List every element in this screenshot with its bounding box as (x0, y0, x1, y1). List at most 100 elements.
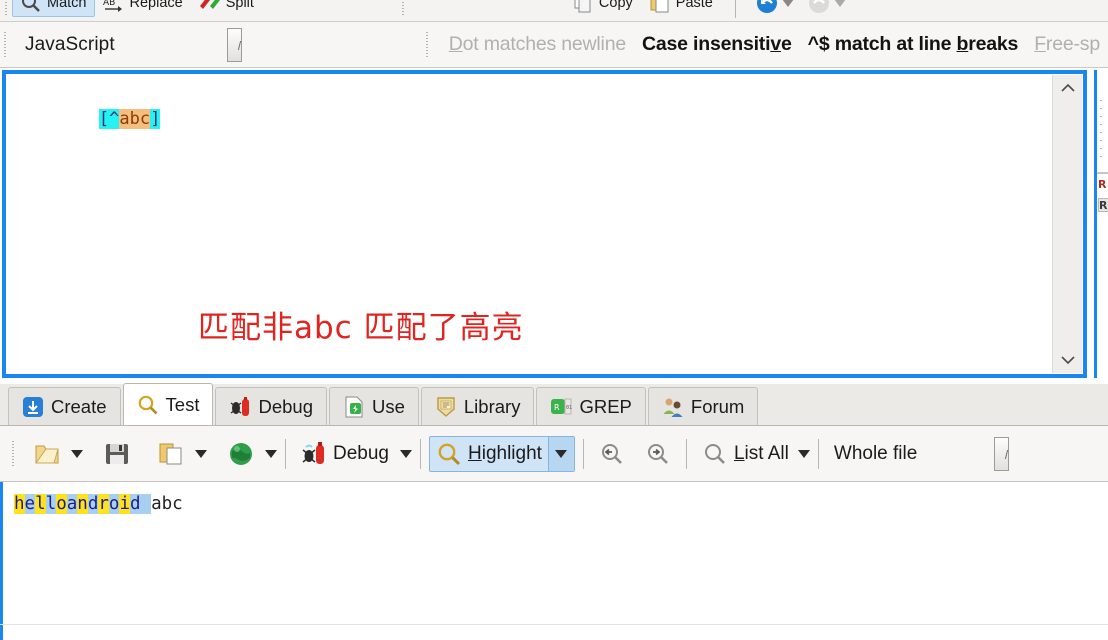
svg-text:01: 01 (566, 405, 572, 411)
regex-editor-scrollbar[interactable] (1052, 75, 1082, 373)
tab-forum[interactable]: Forum (647, 387, 759, 425)
regex-editor-pane[interactable]: [^abc] 匹配非abc 匹配了高亮 (2, 70, 1087, 378)
tab-grep-label: GREP (579, 395, 632, 417)
library-icon (437, 396, 455, 417)
split-button[interactable]: Split (191, 0, 262, 17)
tab-test-label: Test (165, 393, 200, 415)
highlight-caret[interactable] (547, 436, 574, 471)
load-url-button[interactable] (221, 436, 261, 472)
find-prev-icon (601, 443, 622, 464)
tab-grep[interactable]: R 01 GREP (536, 387, 646, 425)
match-label: Match (47, 0, 87, 11)
open-folder-icon (35, 445, 59, 463)
save-disk-icon (106, 443, 128, 464)
copy-label: Copy (598, 0, 633, 11)
tab-debug-label: Debug (258, 395, 313, 417)
match-char: h (14, 494, 25, 514)
match-char: o (108, 494, 120, 514)
list-all-caret[interactable] (797, 449, 810, 458)
regex-text[interactable]: [^abc] (17, 86, 161, 152)
test-toolbar-grip (12, 440, 14, 467)
toolbar-divider-3 (582, 438, 584, 469)
split-arrows-icon (199, 0, 220, 9)
list-all-label: List All (733, 442, 789, 464)
tab-forum-label: Forum (690, 395, 745, 417)
paste-icon (650, 0, 669, 13)
paste-icon (159, 443, 182, 464)
match-char: r (98, 494, 109, 514)
tab-use[interactable]: Use (328, 387, 419, 425)
paste-test-caret[interactable] (195, 449, 207, 458)
toolbar-divider-5 (817, 438, 819, 469)
language-label: JavaScript (25, 33, 115, 55)
magnifier-icon (138, 395, 157, 414)
regex-editor-surface[interactable]: [^abc] 匹配非abc 匹配了高亮 (6, 74, 1083, 374)
tab-library[interactable]: Library (420, 387, 535, 425)
paste-button[interactable]: Paste (641, 0, 721, 17)
open-file-caret[interactable] (71, 449, 83, 458)
side-panel-grip (1100, 100, 1102, 164)
svg-text:AB: AB (103, 0, 115, 8)
toolbar-divider-1 (285, 438, 286, 469)
option-dot-matches-newline[interactable]: DDot matches newlineot matches newline (441, 31, 634, 58)
match-char: l (35, 494, 46, 514)
debug-button[interactable]: Debug (294, 436, 396, 472)
match-char (140, 494, 152, 514)
forum-icon (663, 398, 683, 417)
highlight-button[interactable]: Highlight (429, 435, 575, 472)
match-button[interactable]: Match (12, 0, 95, 17)
redo-icon[interactable] (808, 0, 830, 14)
create-icon (23, 396, 43, 417)
replace-button[interactable]: AB Replace (95, 0, 191, 17)
split-label: Split (225, 0, 254, 11)
bottom-edge (0, 624, 1108, 640)
regex-token-bracket-close: ] (150, 109, 161, 129)
main-tabbar: Create Test Debug Use Library R 01 GREP … (0, 383, 1108, 426)
history-icon[interactable]: R (1098, 198, 1108, 212)
scope-spinner[interactable] (994, 436, 1010, 471)
test-subject-text[interactable]: helloandroid abc (14, 492, 183, 516)
undo-icon[interactable] (756, 0, 778, 14)
svg-text:R: R (554, 403, 560, 412)
unmatched-text: abc (151, 494, 183, 514)
globe-icon (230, 442, 252, 465)
match-char: e (24, 494, 36, 514)
paste-test-button[interactable] (151, 436, 191, 472)
tab-debug[interactable]: Debug (215, 387, 327, 425)
tab-create[interactable]: Create (8, 387, 121, 425)
debug-caret[interactable] (400, 449, 412, 458)
copy-button[interactable]: Copy (564, 0, 641, 17)
scroll-up-icon[interactable] (1053, 75, 1083, 101)
copy-icon (574, 0, 591, 13)
scope-label: Whole file (833, 442, 918, 464)
find-next-button[interactable] (638, 436, 678, 472)
language-spinner[interactable] (226, 27, 242, 62)
magnifier-icon (438, 443, 461, 465)
match-char: d (87, 494, 99, 514)
regex-options-bar: JavaScript DDot matches newlineot matche… (0, 22, 1108, 68)
match-char: n (77, 494, 88, 514)
paste-label: Paste (675, 0, 713, 11)
find-previous-button[interactable] (592, 436, 632, 472)
open-file-button[interactable] (27, 436, 67, 472)
options-grip (4, 31, 6, 58)
language-selector[interactable]: JavaScript (25, 23, 421, 67)
load-url-caret[interactable] (265, 449, 277, 458)
tab-test[interactable]: Test (122, 383, 214, 425)
list-all-button[interactable]: List All (695, 436, 796, 472)
option-anchors-match-line-breaks[interactable]: ^$ match at line breaks (800, 31, 1027, 58)
match-char: l (45, 494, 57, 514)
debug-button-label: Debug (333, 442, 389, 464)
use-icon (345, 396, 363, 417)
bug-icon (302, 441, 324, 464)
ab-replace-icon: AB (103, 0, 122, 12)
scroll-down-icon[interactable] (1053, 347, 1083, 373)
option-case-insensitive[interactable]: Case insensitive (634, 31, 800, 58)
match-char: i (119, 494, 131, 514)
replace-label: Replace (129, 0, 183, 11)
regex-tree-icon[interactable]: R (1098, 178, 1108, 192)
option-free-spacing[interactable]: Free-sp (1026, 31, 1108, 58)
save-file-button[interactable] (97, 436, 137, 472)
scope-selector[interactable]: Whole file (827, 436, 924, 472)
test-subject-pane[interactable]: helloandroid abc (0, 482, 1108, 640)
